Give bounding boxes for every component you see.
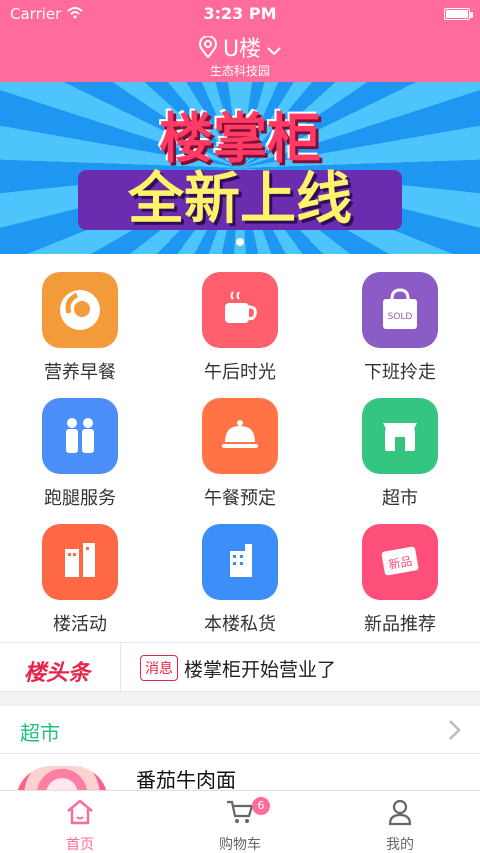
status-bar: Carrier 3:23 PM bbox=[0, 0, 480, 28]
location-pin-icon bbox=[198, 35, 217, 63]
banner-indicator bbox=[236, 238, 244, 246]
battery-icon bbox=[444, 8, 473, 20]
news-logo: 楼头条 bbox=[24, 661, 91, 686]
coffee-icon bbox=[202, 272, 278, 348]
menu-lunch[interactable]: 午餐预定 bbox=[160, 380, 320, 509]
product-item[interactable]: 番茄牛肉面 bbox=[0, 754, 480, 790]
header: Carrier 3:23 PM U楼 生态科技园 bbox=[0, 0, 480, 82]
menu-label: 楼活动 bbox=[53, 614, 107, 635]
app-screen: Carrier 3:23 PM U楼 生态科技园 楼掌柜 全新上线 营养早餐 午… bbox=[0, 0, 480, 853]
wifi-icon bbox=[67, 5, 83, 23]
promo-banner[interactable]: 楼掌柜 全新上线 bbox=[0, 82, 480, 254]
home-icon bbox=[67, 799, 93, 825]
section-header-supermarket[interactable]: 超市 bbox=[0, 706, 480, 754]
tab-profile[interactable]: 我的 bbox=[320, 791, 480, 853]
category-grid: 营养早餐 午后时光 SOLD 下班拎走 跑腿服务 午餐预定 超市 楼活动 本楼私… bbox=[0, 254, 480, 642]
menu-take-away[interactable]: SOLD 下班拎走 bbox=[320, 254, 480, 383]
section-gap bbox=[0, 692, 480, 706]
chevron-down-icon bbox=[267, 39, 281, 61]
tower-icon bbox=[202, 524, 278, 600]
tab-label: 购物车 bbox=[219, 837, 261, 853]
menu-breakfast[interactable]: 营养早餐 bbox=[0, 254, 160, 383]
location-subtitle: 生态科技园 bbox=[209, 64, 270, 78]
tab-cart[interactable]: 6 购物车 bbox=[160, 791, 320, 853]
section-title: 超市 bbox=[20, 721, 60, 745]
svg-text:SOLD: SOLD bbox=[388, 312, 413, 322]
banner-title-bottom: 全新上线 bbox=[78, 170, 402, 230]
menu-new-items[interactable]: 新品 新品推荐 bbox=[320, 506, 480, 635]
tab-bar: 首页 6 购物车 我的 bbox=[0, 790, 480, 853]
news-divider bbox=[120, 643, 121, 691]
banner-title-top: 楼掌柜 bbox=[159, 107, 321, 170]
people-icon bbox=[42, 398, 118, 474]
location-name: U楼 bbox=[222, 36, 262, 62]
store-icon bbox=[362, 398, 438, 474]
product-name: 番茄牛肉面 bbox=[136, 768, 236, 790]
menu-activity[interactable]: 楼活动 bbox=[0, 506, 160, 635]
tab-label: 我的 bbox=[386, 837, 414, 853]
tab-home[interactable]: 首页 bbox=[0, 791, 160, 853]
cloche-icon bbox=[202, 398, 278, 474]
product-image bbox=[16, 766, 108, 790]
buildings-icon bbox=[42, 524, 118, 600]
carrier-label: Carrier bbox=[10, 5, 62, 23]
new-tag-icon: 新品 bbox=[362, 524, 438, 600]
news-ticker[interactable]: 楼头条 消息 楼掌柜开始营业了 bbox=[0, 642, 480, 692]
status-left: Carrier bbox=[10, 5, 83, 23]
menu-supermarket[interactable]: 超市 bbox=[320, 380, 480, 509]
cart-badge: 6 bbox=[252, 797, 270, 815]
menu-afternoon[interactable]: 午后时光 bbox=[160, 254, 320, 383]
menu-label: 新品推荐 bbox=[364, 614, 436, 635]
menu-label: 本楼私货 bbox=[204, 614, 276, 635]
tab-label: 首页 bbox=[66, 837, 94, 853]
news-text: 楼掌柜开始营业了 bbox=[184, 659, 337, 681]
news-tag: 消息 bbox=[140, 655, 178, 681]
location-selector[interactable]: U楼 bbox=[0, 35, 480, 63]
breakfast-icon bbox=[42, 272, 118, 348]
shopping-bag-icon: SOLD bbox=[362, 272, 438, 348]
menu-local-goods[interactable]: 本楼私货 bbox=[160, 506, 320, 635]
chevron-right-icon bbox=[449, 720, 461, 740]
cart-icon bbox=[227, 800, 254, 823]
user-icon bbox=[388, 799, 412, 826]
menu-errand[interactable]: 跑腿服务 bbox=[0, 380, 160, 509]
status-right bbox=[444, 8, 473, 20]
